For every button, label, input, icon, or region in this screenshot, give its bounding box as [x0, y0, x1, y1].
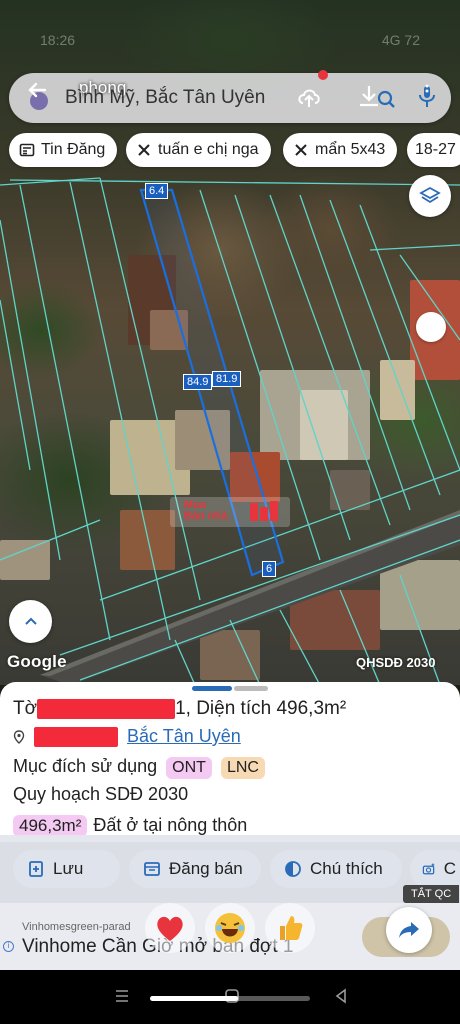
microphone-icon[interactable] [413, 83, 441, 111]
sheet-handle-active[interactable] [192, 686, 232, 691]
chevron-up-icon [24, 617, 37, 625]
dimension-label-top: 6.4 [145, 183, 169, 199]
parcel-location: Bắc Tân Uyên [13, 726, 241, 748]
save-button[interactable]: Lưu [13, 850, 120, 888]
chip-tuan[interactable]: tuấn e chị nga [126, 133, 271, 167]
chip-man[interactable]: mẩn 5x43 [283, 133, 398, 167]
post-sale-button[interactable]: Đăng bán [129, 850, 261, 888]
notification-dot [318, 70, 328, 80]
planning-desc: Đất ở tại nông thôn [93, 815, 248, 835]
map-marker-dot[interactable] [416, 312, 446, 342]
parcel-boundary [174, 639, 196, 685]
ruler-icon [138, 144, 150, 156]
parcel-boundary [0, 219, 61, 561]
photo-label: C [443, 859, 456, 878]
parcel-boundary [269, 194, 391, 526]
dimension-label-bottom: 6 [262, 561, 277, 577]
parcel-boundary [229, 619, 261, 685]
hide-ad-button[interactable]: TẮT QC [403, 885, 460, 903]
expand-up-button[interactable] [9, 600, 52, 643]
parcel-boundary [339, 589, 381, 685]
parcel-title-suffix: 1, Diện tích 496,3m² [175, 698, 347, 719]
ad-url: Vinhomesgreen-parad [22, 921, 131, 933]
chip-18-27[interactable]: 18-27 [407, 133, 460, 167]
parcel-title: Tờ 1, Diện tích 496,3m² [13, 698, 346, 720]
ruler-icon [295, 144, 307, 156]
parcel-boundary [0, 519, 101, 561]
contrast-icon [285, 861, 301, 877]
bookmark-plus-icon [29, 861, 43, 877]
heart-icon[interactable] [145, 903, 195, 953]
redacted-block [37, 698, 176, 719]
planning-row: 496,3m² Đất ở tại nông thôn [13, 815, 247, 837]
progress-fill [150, 996, 238, 1001]
planning-label: Quy hoạch SDĐ 2030 [13, 784, 189, 804]
parcel-info-sheet[interactable]: Tờ 1, Diện tích 496,3m² Bắc Tân Uyên Mục … [0, 682, 460, 842]
watermark-logo: Mua Bán nhà [170, 497, 290, 527]
search-icon[interactable] [373, 83, 401, 111]
listing-icon [144, 862, 160, 876]
upload-cloud-icon[interactable] [295, 83, 323, 111]
post-sale-label: Đăng bán [169, 859, 243, 878]
location-pin-icon [13, 730, 25, 745]
purpose-tag-lnc[interactable]: LNC [220, 757, 265, 779]
google-attribution: Google [7, 652, 67, 671]
back-icon[interactable] [333, 988, 349, 1004]
search-bar[interactable]: phong Bình Mỹ, Bắc Tân Uyên [9, 73, 451, 123]
laughing-face-icon[interactable] [205, 903, 255, 953]
redacted-block [34, 727, 119, 748]
parcel-boundary [369, 244, 460, 251]
share-arrow-icon [399, 922, 419, 938]
layers-button[interactable] [409, 175, 451, 217]
layer-label: QHSDĐ 2030 [356, 655, 436, 670]
search-query[interactable]: Bình Mỹ, Bắc Tân Uyên [65, 87, 265, 109]
watermark-line2: Bán nhà [184, 510, 228, 522]
status-bar: 18:26 4G 72 [0, 28, 460, 52]
media-progress-bar [150, 996, 310, 1001]
legend-button[interactable]: Chú thích [270, 850, 402, 888]
purpose-label: Mục đích sử dụng [13, 756, 158, 776]
chip-label: mẩn 5x43 [315, 141, 386, 158]
action-bar: Lưu Đăng bán Chú thích C [0, 835, 460, 905]
chip-label: 18-27 [415, 141, 456, 158]
parcel-boundary [0, 299, 31, 471]
newspaper-icon [19, 143, 35, 157]
parcel-title-prefix: Tờ [13, 698, 38, 719]
location-link[interactable]: Bắc Tân Uyên [127, 726, 241, 746]
planning-area: 496,3m² [13, 815, 88, 837]
status-time: 18:26 [40, 32, 76, 48]
parcel-boundary [279, 609, 321, 685]
chip-label: Tin Đăng [41, 141, 106, 158]
chip-tin-dang[interactable]: Tin Đăng [9, 133, 118, 167]
parcel-boundary [0, 177, 101, 186]
dimension-label-left: 84.9 [183, 374, 213, 390]
legend-label: Chú thích [310, 859, 383, 878]
recent-apps-icon[interactable] [114, 988, 130, 1004]
sheet-handle[interactable] [234, 686, 268, 691]
parcel-boundary [299, 194, 411, 511]
ad-info-icon[interactable]: i [3, 941, 14, 952]
parcel-boundary [329, 199, 441, 496]
save-label: Lưu [53, 859, 84, 878]
back-arrow-icon[interactable] [23, 81, 53, 111]
camera-plus-icon [422, 863, 435, 875]
photo-button[interactable]: C [410, 850, 460, 888]
parcel-boundary [359, 204, 460, 471]
chip-label: tuấn e chị nga [158, 141, 259, 158]
share-button[interactable] [386, 907, 432, 953]
status-system: 4G 72 [381, 32, 420, 48]
parcel-boundary [9, 179, 460, 186]
layers-icon [419, 186, 441, 204]
dimension-label-right: 81.9 [212, 371, 242, 387]
purpose-row: Mục đích sử dụng ONT LNC [13, 756, 265, 779]
purpose-tag-ont[interactable]: ONT [166, 757, 212, 779]
thumbs-up-icon[interactable] [265, 903, 315, 953]
